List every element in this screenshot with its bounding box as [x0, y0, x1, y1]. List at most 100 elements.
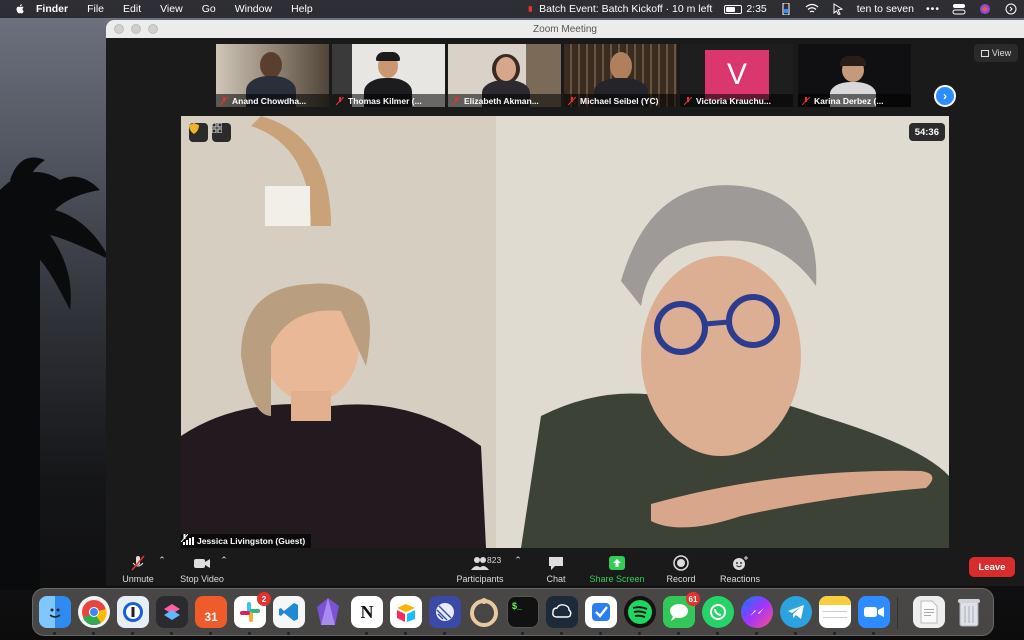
password-manager-icon[interactable]	[117, 596, 149, 628]
participant-name: Elizabeth Akman...	[464, 95, 539, 106]
security-shield-button[interactable]	[189, 123, 208, 142]
share-screen-icon	[609, 556, 625, 570]
phone-icon[interactable]	[779, 3, 793, 15]
calendar-date: 31	[204, 610, 218, 624]
active-speaker-name: Jessica Livingston (Guest)	[197, 536, 306, 546]
zoom-icon[interactable]	[858, 596, 890, 628]
chevron-up-icon: ⌃	[220, 555, 228, 565]
telegram-icon[interactable]	[780, 596, 812, 628]
leave-button[interactable]: Leave	[969, 557, 1015, 577]
mic-off-icon	[452, 96, 460, 105]
notification-center-icon[interactable]	[1004, 3, 1018, 15]
gallery-grid-button[interactable]	[212, 123, 231, 142]
chevron-up-icon: ⌃	[514, 555, 522, 565]
notchmeister-icon[interactable]	[468, 596, 500, 628]
menu-file[interactable]: File	[87, 3, 104, 15]
menu-bar: Finder File Edit View Go Window Help Bat…	[0, 0, 1024, 18]
grid-icon	[212, 123, 222, 133]
shortcuts-icon[interactable]	[156, 596, 188, 628]
next-page-button[interactable]: ›	[934, 85, 956, 107]
record-label: Record	[666, 574, 696, 584]
calendar-event-reminder[interactable]: Batch Event: Batch Kickoff · 10 m left	[528, 3, 712, 15]
dock: 31 2 N $_ 61	[32, 588, 994, 636]
zoom-window: Zoom Meeting Anand Chowdha... Thomas Kil…	[106, 20, 1024, 586]
share-screen-label: Share Screen	[589, 574, 645, 584]
participant-name: Victoria Krauchu...	[696, 95, 771, 106]
whatsapp-icon[interactable]	[702, 596, 734, 628]
zoom-window-button[interactable]	[148, 24, 158, 34]
view-label: View	[991, 48, 1012, 58]
spotify-icon[interactable]	[624, 596, 656, 628]
airtable-icon[interactable]	[390, 596, 422, 628]
participant-tile[interactable]: Michael Seibel (YC)	[564, 44, 677, 107]
mic-off-icon	[336, 96, 344, 105]
window-titlebar: Zoom Meeting	[106, 20, 1024, 38]
chrome-icon[interactable]	[78, 596, 110, 628]
chat-button[interactable]: Chat	[538, 552, 574, 584]
view-button[interactable]: View	[974, 44, 1018, 62]
messages-icon[interactable]: 61	[663, 592, 700, 628]
battery-icon	[724, 4, 743, 14]
more-icon[interactable]: •••	[926, 3, 940, 15]
siri-icon[interactable]	[978, 3, 992, 15]
participants-label: Participants	[456, 574, 504, 584]
preview-document-icon[interactable]	[913, 596, 945, 628]
menu-edit[interactable]: Edit	[123, 3, 141, 15]
active-speaker-video: 54:36 Jessica Livingston (Guest)	[181, 116, 949, 548]
unmute-button[interactable]: Unmute	[120, 552, 156, 584]
time-text[interactable]: ten to seven	[857, 3, 914, 15]
participant-tile[interactable]: V Victoria Krauchu...	[680, 44, 793, 107]
video-options-caret[interactable]: ⌃	[220, 552, 228, 566]
participant-tile[interactable]: Karina Derbez (...	[798, 44, 911, 107]
video-camera-icon	[194, 559, 210, 568]
notion-icon[interactable]: N	[351, 596, 383, 628]
participant-name: Anand Chowdha...	[232, 95, 307, 106]
participant-tile[interactable]: Thomas Kilmer (...	[332, 44, 445, 107]
participants-options-caret[interactable]: ⌃	[514, 552, 522, 566]
mic-off-icon	[684, 96, 692, 105]
obsidian-icon[interactable]	[312, 596, 344, 628]
wifi-icon[interactable]	[805, 3, 819, 15]
vscode-icon[interactable]	[273, 596, 305, 628]
record-button[interactable]: Record	[662, 552, 700, 584]
stop-video-button[interactable]: Stop Video	[178, 552, 226, 584]
menu-app-name[interactable]: Finder	[36, 3, 68, 15]
stop-video-label: Stop Video	[180, 574, 224, 584]
participant-tile[interactable]: Elizabeth Akman...	[448, 44, 561, 107]
close-window-button[interactable]	[114, 24, 124, 34]
window-title: Zoom Meeting	[533, 23, 597, 35]
trash-icon[interactable]	[953, 596, 985, 628]
participant-name: Thomas Kilmer (...	[348, 95, 422, 106]
menu-go[interactable]: Go	[202, 3, 216, 15]
menu-view[interactable]: View	[160, 3, 183, 15]
apple-icon[interactable]	[14, 3, 26, 15]
participants-button[interactable]: Participants 823	[454, 552, 506, 584]
slack-icon[interactable]: 2	[234, 592, 271, 628]
terminal-icon[interactable]: $_	[507, 596, 539, 628]
menu-help[interactable]: Help	[291, 3, 313, 15]
chat-icon	[549, 557, 563, 570]
minimize-window-button[interactable]	[131, 24, 141, 34]
participant-name: Karina Derbez (...	[814, 95, 884, 106]
finder-icon[interactable]	[39, 596, 71, 628]
battery-status[interactable]: 2:35	[724, 3, 767, 15]
share-screen-button[interactable]: Share Screen	[589, 552, 645, 584]
control-center-icon[interactable]	[952, 3, 966, 15]
reactions-label: Reactions	[719, 574, 761, 584]
things-icon[interactable]	[585, 596, 617, 628]
cursor-icon[interactable]	[831, 3, 845, 15]
chatgpt-icon[interactable]	[546, 596, 578, 628]
participant-tile[interactable]: Anand Chowdha...	[216, 44, 329, 107]
meeting-toolbar: Unmute ⌃ Stop Video ⌃ Participants 823 ⌃…	[106, 548, 1024, 586]
mic-off-icon	[802, 96, 810, 105]
reactions-button[interactable]: Reactions	[718, 552, 762, 584]
menu-window[interactable]: Window	[235, 3, 272, 15]
messenger-icon[interactable]	[741, 596, 773, 628]
participant-name: Michael Seibel (YC)	[580, 95, 659, 106]
calendar-icon[interactable]: 31	[195, 596, 227, 628]
mic-off-icon	[220, 96, 228, 105]
notes-icon[interactable]	[819, 596, 851, 628]
audio-options-caret[interactable]: ⌃	[158, 552, 166, 566]
record-icon	[673, 555, 689, 571]
linear-icon[interactable]	[429, 596, 461, 628]
